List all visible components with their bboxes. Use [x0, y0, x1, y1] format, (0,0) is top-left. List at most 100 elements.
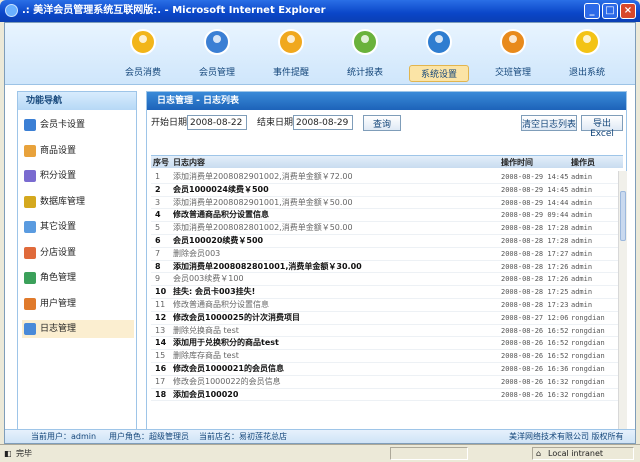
table-row[interactable]: 15 删除库存商品 test 2008-08-26 16:52 rongdian: [151, 350, 623, 363]
sidebar-item-5[interactable]: 分店设置: [22, 244, 134, 262]
log-content: 删除兑换商品 test: [173, 325, 239, 335]
operation-time: 2008-08-29 14:45: [501, 173, 569, 181]
table-row[interactable]: 13 删除兑换商品 test 2008-08-26 16:52 rongdian: [151, 325, 623, 338]
sidebar-item-2[interactable]: 积分设置: [22, 167, 134, 185]
row-number: 14: [155, 338, 167, 348]
sidebar-item-label: 数据库管理: [40, 196, 86, 207]
operation-time: 2008-08-28 17:26: [501, 275, 569, 284]
end-date-input[interactable]: [293, 115, 353, 130]
column-header-time: 操作时间: [501, 158, 533, 167]
operator: rongdian: [571, 390, 605, 399]
log-content: 修改会员1000022的会员信息: [173, 376, 281, 386]
ie-icon: [5, 4, 18, 17]
nav-item-0[interactable]: 会员消费: [113, 27, 173, 81]
scrollbar-thumb[interactable]: [620, 191, 626, 241]
row-number: 8: [155, 261, 161, 271]
table-row[interactable]: 18 添加会员100020 2008-08-26 16:32 rongdian: [151, 389, 623, 402]
nav-item-2[interactable]: 事件提醒: [261, 27, 321, 81]
table-row[interactable]: 3 添加消费单2008082901001,消费单金额￥50.00 2008-08-2…: [151, 197, 623, 210]
operator: admin: [571, 185, 593, 194]
table-row[interactable]: 17 修改会员1000022的会员信息 2008-08-26 16:32 rongdi…: [151, 376, 623, 389]
log-content: 添加消费单2008082901001,消费单金额￥50.00: [173, 197, 353, 207]
operator: admin: [571, 249, 593, 258]
log-content: 删除库存商品 test: [173, 351, 239, 361]
log-content: 添加消费单2008082801002,消费单金额￥50.00: [173, 223, 353, 233]
sidebar-item-label: 会员卡设置: [40, 120, 86, 130]
sidebar-item-4[interactable]: 其它设置: [22, 218, 134, 236]
table-row[interactable]: 16 修改会员1000021的会员信息 2008-08-26 16:36 rongdi…: [151, 363, 623, 376]
column-header-content: 日志内容: [173, 158, 205, 167]
sidebar-item-0[interactable]: 会员卡设置: [22, 116, 134, 134]
table-row[interactable]: 4 修改普通商品积分设置信息 2008-08-29 09:44 admin: [151, 209, 623, 223]
table-row[interactable]: 11 修改普通商品积分设置信息 2008-08-28 17:23 admin: [151, 299, 623, 312]
table-row[interactable]: 7 删除会员003 2008-08-28 17:27 admin: [151, 248, 623, 261]
window-title: .: 美洋会员管理系统互联网版:. - Microsoft Internet E…: [22, 5, 326, 16]
log-content: 会员003续费￥100: [173, 274, 244, 284]
log-content: 会员1000024续费￥500: [173, 184, 269, 194]
row-number: 17: [155, 376, 166, 386]
minimize-button[interactable]: _: [584, 3, 600, 19]
sidebar: 功能导航 会员卡设置商品设置积分设置数据库管理其它设置分店设置角色管理用户管理日…: [17, 91, 137, 431]
row-number: 3: [155, 197, 161, 207]
table-row[interactable]: 12 修改会员1000025的计次消费项目 2008-08-27 12:06 rong…: [151, 312, 623, 325]
operator: admin: [571, 262, 593, 271]
table-row[interactable]: 5 添加消费单2008082801002,消费单金额￥50.00 2008-08-2…: [151, 222, 623, 235]
sidebar-item-8[interactable]: 日志管理: [22, 320, 134, 338]
window-titlebar: .: 美洋会员管理系统互联网版:. - Microsoft Internet E…: [0, 0, 640, 22]
progress-box: [390, 447, 468, 460]
row-number: 5: [155, 223, 161, 233]
browser-statusbar: ◧ 完毕 ⌂ Local intranet: [0, 444, 640, 461]
table-row[interactable]: 8 添加消费单2008082801001,消费单金额￥30.00 2008-08-2…: [151, 261, 623, 274]
row-number: 10: [155, 287, 167, 297]
nav-item-1[interactable]: 会员管理: [187, 27, 247, 81]
close-button[interactable]: ×: [620, 3, 636, 19]
operator: admin: [571, 224, 593, 233]
nav-item-6[interactable]: 退出系统: [557, 27, 617, 81]
row-number: 4: [155, 210, 161, 220]
start-date-label: 开始日期: [151, 118, 188, 128]
operation-time: 2008-08-29 09:44: [501, 211, 569, 220]
sidebar-title: 功能导航: [18, 92, 136, 110]
nav-label: 交班管理: [494, 68, 531, 78]
exit-system-icon: [572, 27, 602, 57]
log-content: 修改会员1000021的会员信息: [173, 363, 284, 373]
table-row[interactable]: 1 添加消费单2008082901002,消费单金额￥72.00 2008-08-2…: [151, 171, 623, 184]
operation-time: 2008-08-26 16:32: [501, 377, 569, 386]
table-row[interactable]: 9 会员003续费￥100 2008-08-28 17:26 admin: [151, 273, 623, 287]
export-excel-button[interactable]: 导出Excel: [581, 115, 623, 139]
nav-label: 系统设置: [409, 65, 469, 82]
column-header-no: 序号: [153, 158, 169, 167]
sidebar-item-6[interactable]: 角色管理: [22, 269, 134, 287]
row-number: 9: [155, 274, 161, 284]
operator: admin: [571, 236, 593, 245]
vertical-scrollbar[interactable]: [618, 171, 627, 430]
clear-log-button[interactable]: 清空日志列表: [521, 115, 577, 131]
operation-time: 2008-08-27 12:06: [501, 313, 569, 322]
sidebar-item-7[interactable]: 用户管理: [22, 295, 134, 313]
log-content: 添加消费单2008082901002,消费单金额￥72.00: [173, 172, 353, 181]
sidebar-item-label: 角色管理: [40, 273, 77, 283]
query-button[interactable]: 查询: [363, 115, 401, 131]
operation-time: 2008-08-26 16:36: [501, 364, 569, 373]
table-row[interactable]: 2 会员1000024续费￥500 2008-08-29 14:45 admin: [151, 184, 623, 197]
column-header-operator: 操作员: [571, 158, 595, 167]
page-title: 日志管理 - 日志列表: [147, 92, 626, 110]
table-row[interactable]: 6 会员100020续费￥500 2008-08-28 17:28 admin: [151, 235, 623, 248]
intranet-icon: ⌂: [536, 449, 542, 458]
nav-item-4[interactable]: 系统设置: [409, 27, 469, 82]
statistics-report-icon: [350, 27, 380, 57]
end-date-label: 结束日期: [257, 118, 294, 128]
log-content: 修改会员1000025的计次消费项目: [173, 312, 300, 322]
sidebar-item-1[interactable]: 商品设置: [22, 142, 134, 160]
maximize-button[interactable]: □: [602, 3, 618, 19]
operation-time: 2008-08-26 16:32: [501, 390, 569, 399]
operation-time: 2008-08-29 14:45: [501, 185, 569, 194]
sidebar-item-3[interactable]: 数据库管理: [22, 193, 134, 211]
table-row[interactable]: 14 添加用于兑换积分的商品test 2008-08-26 16:52 rongdia…: [151, 337, 623, 351]
operation-time: 2008-08-28 17:28: [501, 224, 569, 233]
sidebar-item-label: 积分设置: [40, 171, 77, 181]
nav-item-5[interactable]: 交班管理: [483, 27, 543, 81]
table-row[interactable]: 10 挂失: 会员卡003挂失! 2008-08-28 17:25 admin: [151, 286, 623, 299]
start-date-input[interactable]: [187, 115, 247, 130]
nav-item-3[interactable]: 统计报表: [335, 27, 395, 81]
